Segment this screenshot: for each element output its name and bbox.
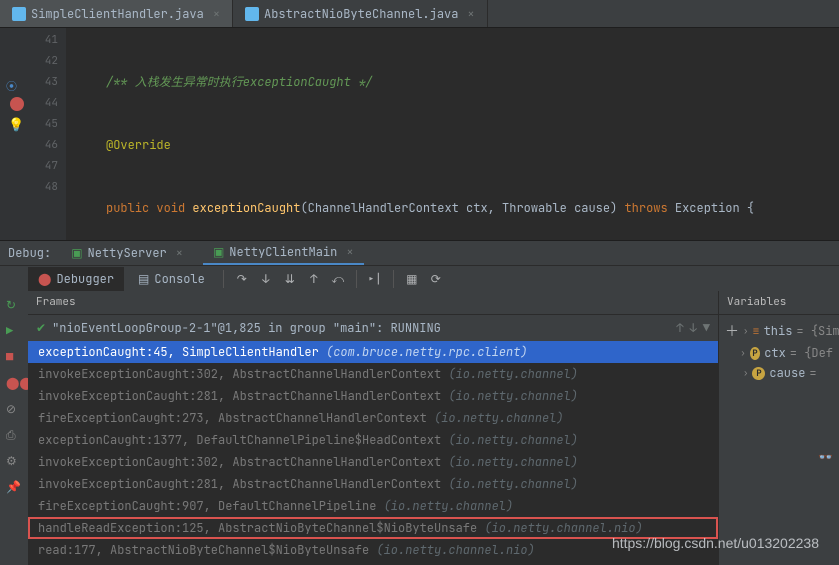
frame-row[interactable]: exceptionCaught:1377, DefaultChannelPipe… [28, 429, 718, 451]
tab-label: Console [154, 271, 204, 287]
debug-label: Debug: [8, 245, 51, 261]
tab-debugger[interactable]: ⬤ Debugger [28, 267, 124, 291]
line-number: 41 [28, 30, 58, 51]
close-icon[interactable]: × [176, 245, 183, 261]
debug-config-nettyserver[interactable]: ▣ NettyServer × [61, 242, 193, 264]
frames-header: Frames [28, 291, 718, 315]
frame-row[interactable]: invokeExceptionCaught:302, AbstractChann… [28, 363, 718, 385]
frame-row[interactable]: invokeExceptionCaught:281, AbstractChann… [28, 385, 718, 407]
code-line: public void exceptionCaught(ChannelHandl… [66, 198, 839, 219]
tab-simpleclienthandler[interactable]: SimpleClientHandler.java × [0, 0, 233, 27]
step-into-button[interactable]: ↓ [256, 269, 276, 289]
thread-label: "nioEventLoopGroup-2-1"@1,825 in group "… [52, 320, 441, 336]
line-number: 43⦿ [28, 72, 58, 93]
run-icon: ▣ [71, 245, 82, 261]
prev-frame-button[interactable]: ↑ [676, 320, 683, 336]
line-gutter: 41 42 43⦿ 44 45💡 46 47 48 [28, 28, 66, 240]
mute-breakpoints-button[interactable]: ⊘ [6, 401, 22, 417]
java-file-icon [12, 7, 26, 21]
filter-button[interactable]: ▼ [703, 320, 710, 336]
console-icon: ▤ [138, 271, 149, 287]
variables-header: Variables [719, 291, 839, 315]
close-icon[interactable]: × [213, 6, 220, 22]
check-icon: ✔ [36, 320, 46, 336]
line-number: 48 [28, 177, 58, 198]
tab-abstractniobytechannel[interactable]: AbstractNioByteChannel.java × [233, 0, 488, 27]
frame-row[interactable]: invokeExceptionCaught:281, AbstractChann… [28, 473, 718, 495]
plus-icon: ＋ [725, 321, 739, 341]
bulb-icon[interactable]: 💡 [8, 114, 24, 135]
evaluate-button[interactable]: ▦ [402, 269, 422, 289]
code-area[interactable]: /** 入栈发生异常时执行exceptionCaught */ @Overrid… [66, 28, 839, 240]
rerun-button[interactable]: ↻ [6, 297, 22, 313]
java-file-icon [245, 7, 259, 21]
force-step-into-button[interactable]: ⇊ [280, 269, 300, 289]
code-editor[interactable]: 41 42 43⦿ 44 45💡 46 47 48 /** 入栈发生异常时执行e… [0, 28, 839, 240]
step-over-button[interactable]: ↷ [232, 269, 252, 289]
debug-body: ↻ ▶ ■ ⬤⬤ ⊘ ⎙ ⚙ 📌 Frames ✔ "nioEventLoopG… [0, 291, 839, 565]
frame-row[interactable]: invokeExceptionCaught:302, AbstractChann… [28, 451, 718, 473]
separator [223, 270, 224, 288]
run-to-cursor-button[interactable]: ▸| [365, 269, 385, 289]
resume-button[interactable]: ▶ [6, 323, 22, 339]
comment: /** 入栈发生异常时执行exceptionCaught */ [76, 74, 372, 90]
frames-list[interactable]: exceptionCaught:45, SimpleClientHandler … [28, 341, 718, 565]
line-number: 47 [28, 156, 58, 177]
variables-list[interactable]: ＋›≡ this = {Sim ›P ctx = {Def ›P cause =… [719, 315, 839, 387]
breakpoints-button[interactable]: ⬤⬤ [6, 375, 22, 391]
variable-row[interactable]: ›P cause = [725, 363, 833, 383]
frame-row[interactable]: exceptionCaught:45, SimpleClientHandler … [28, 341, 718, 363]
tab-label: SimpleClientHandler.java [31, 6, 204, 22]
settings-button[interactable]: ⚙ [6, 453, 22, 469]
close-icon[interactable]: × [467, 6, 474, 22]
breakpoint-icon[interactable] [10, 97, 24, 111]
editor-tabs: SimpleClientHandler.java × AbstractNioBy… [0, 0, 839, 28]
next-frame-button[interactable]: ↓ [690, 320, 697, 336]
tab-label: Debugger [56, 271, 114, 287]
thread-selector[interactable]: ✔ "nioEventLoopGroup-2-1"@1,825 in group… [28, 315, 718, 341]
frame-row[interactable]: fireExceptionCaught:907, DefaultChannelP… [28, 495, 718, 517]
stop-button[interactable]: ■ [6, 349, 22, 365]
frames-panel: Frames ✔ "nioEventLoopGroup-2-1"@1,825 i… [28, 291, 719, 565]
config-label: NettyServer [88, 245, 167, 261]
close-icon[interactable]: × [346, 244, 353, 260]
glasses-icon[interactable]: 👓 [818, 449, 833, 465]
line-number: 42 [28, 51, 58, 72]
pin-button[interactable]: 📌 [6, 479, 22, 495]
run-icon: ▣ [213, 244, 224, 260]
separator [356, 270, 357, 288]
tab-label: AbstractNioByteChannel.java [264, 6, 458, 22]
separator [393, 270, 394, 288]
new-watch-button[interactable]: ＋›≡ this = {Sim [725, 319, 833, 343]
tab-console[interactable]: ▤ Console [128, 267, 215, 291]
get-thread-dump-button[interactable]: ⎙ [6, 427, 22, 443]
variables-panel: Variables ＋›≡ this = {Sim ›P ctx = {Def … [719, 291, 839, 565]
watermark: https://blog.csdn.net/u013202238 [612, 535, 819, 551]
debug-toolwindow-header: Debug: ▣ NettyServer × ▣ NettyClientMain… [0, 240, 839, 265]
line-number: 46 [28, 135, 58, 156]
step-out-button[interactable]: ↑ [304, 269, 324, 289]
line-number: 44 [28, 93, 58, 114]
variable-row[interactable]: ›P ctx = {Def [725, 343, 833, 363]
debugger-toolbar: ⬤ Debugger ▤ Console ↷ ↓ ⇊ ↑ ⤺ ▸| ▦ ⟳ [0, 265, 839, 291]
debug-config-nettyclientmain[interactable]: ▣ NettyClientMain × [203, 241, 364, 265]
drop-frame-button[interactable]: ⤺ [328, 269, 348, 289]
trace-button[interactable]: ⟳ [426, 269, 446, 289]
debug-side-toolbar: ↻ ▶ ■ ⬤⬤ ⊘ ⎙ ⚙ 📌 [0, 291, 28, 565]
config-label: NettyClientMain [229, 244, 337, 260]
line-number: 45💡 [28, 114, 58, 135]
frame-row[interactable]: fireExceptionCaught:273, AbstractChannel… [28, 407, 718, 429]
annotation: @Override [76, 137, 171, 153]
bug-icon: ⬤ [38, 271, 51, 287]
